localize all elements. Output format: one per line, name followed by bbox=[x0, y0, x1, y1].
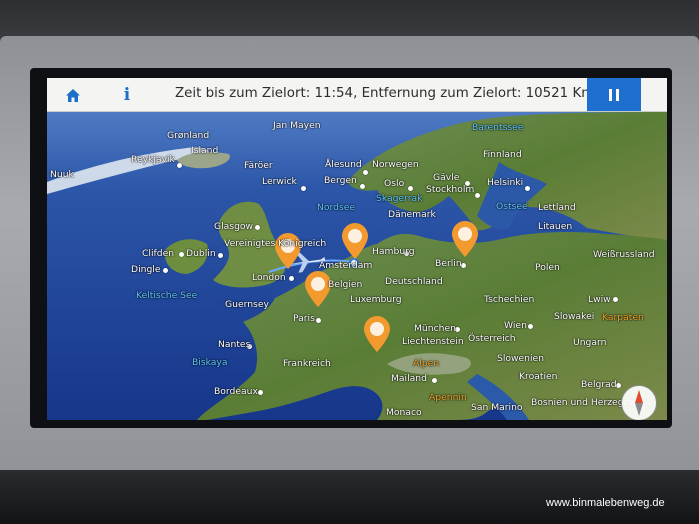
map-label: Oslo bbox=[384, 178, 405, 189]
city-dot bbox=[432, 378, 437, 383]
destination-pin-icon[interactable] bbox=[342, 223, 368, 259]
map-label: Grønland bbox=[167, 130, 210, 141]
city-dot bbox=[301, 186, 306, 191]
home-button[interactable] bbox=[61, 84, 85, 106]
city-dot bbox=[316, 318, 321, 323]
city-dot bbox=[255, 225, 260, 230]
city-dot bbox=[218, 253, 223, 258]
map-label: Clifden bbox=[142, 248, 175, 259]
map-label: Berlin bbox=[435, 258, 462, 269]
map-label: München bbox=[414, 323, 456, 334]
city-dot bbox=[179, 252, 184, 257]
map-label: Mailand bbox=[391, 373, 427, 384]
map-label: Belgrad bbox=[581, 379, 617, 390]
map-label: Wien bbox=[504, 320, 527, 331]
inflight-display: i Zeit bis zum Zielort: 11:54, Entfernun… bbox=[47, 78, 667, 420]
city-dot bbox=[289, 276, 294, 281]
map-label: Nordsee bbox=[317, 202, 356, 213]
map-label: Vereinigtes Königreich bbox=[224, 238, 327, 249]
map-label: Ålesund bbox=[325, 159, 362, 170]
map-label: Helsinki bbox=[487, 177, 524, 188]
map-label: Färöer bbox=[244, 160, 273, 171]
map-label: Monaco bbox=[386, 407, 422, 418]
map-label: Dingle bbox=[131, 264, 161, 275]
map-label: Nantes bbox=[218, 339, 251, 350]
map-label: Weißrussland bbox=[593, 249, 655, 260]
city-dot bbox=[525, 186, 530, 191]
map-label: Stockholm bbox=[426, 184, 475, 195]
map-label: Island bbox=[191, 145, 219, 156]
pause-button[interactable] bbox=[587, 78, 641, 111]
map-label: Hamburg bbox=[372, 246, 415, 257]
map-label: Skagerrak bbox=[376, 193, 423, 204]
map-label: Bordeaux bbox=[214, 386, 258, 397]
map-label: Ostsee bbox=[496, 201, 528, 212]
map-label: Frankreich bbox=[283, 358, 331, 369]
map-label: Bergen bbox=[324, 175, 357, 186]
map-label: Dublin bbox=[186, 248, 216, 259]
map-label: San Marino bbox=[471, 402, 523, 413]
city-dot bbox=[408, 186, 413, 191]
destination-pin-icon[interactable] bbox=[364, 316, 390, 352]
flight-map[interactable]: Grønland Jan Mayen Barentssee Island Rey… bbox=[47, 112, 667, 420]
map-label: Polen bbox=[535, 262, 560, 273]
map-label: Litauen bbox=[538, 221, 573, 232]
info-button[interactable]: i bbox=[115, 83, 139, 107]
map-label: Liechtenstein bbox=[402, 336, 464, 347]
map-label: Lettland bbox=[538, 202, 576, 213]
map-label: Karpaten bbox=[602, 312, 644, 323]
map-label: Apennin bbox=[429, 392, 467, 403]
map-label: Luxemburg bbox=[350, 294, 402, 305]
map-label: Biskaya bbox=[192, 357, 228, 368]
map-label: Lerwick bbox=[262, 176, 297, 187]
destination-pin-icon[interactable] bbox=[452, 221, 478, 257]
screen-bezel-top bbox=[0, 0, 699, 40]
map-label: Tschechien bbox=[484, 294, 535, 305]
city-dot bbox=[475, 193, 480, 198]
map-label: Dänemark bbox=[388, 209, 436, 220]
map-label: Guernsey bbox=[225, 299, 269, 310]
map-label: Reykjavik bbox=[131, 154, 175, 165]
pause-icon bbox=[607, 88, 621, 101]
map-label: London bbox=[252, 272, 286, 283]
map-label: Finnland bbox=[483, 149, 522, 160]
compass-icon bbox=[635, 390, 643, 416]
info-icon: i bbox=[123, 85, 131, 105]
map-label: Gävle bbox=[433, 172, 460, 183]
map-label: Keltische See bbox=[136, 290, 198, 301]
map-label: Lwiw bbox=[588, 294, 611, 305]
city-dot bbox=[177, 163, 182, 168]
map-label: Barentssee bbox=[472, 122, 524, 133]
map-label: Slowenien bbox=[497, 353, 545, 364]
city-dot bbox=[360, 184, 365, 189]
watermark: www.binmalebenweg.de bbox=[546, 497, 665, 509]
compass-button[interactable] bbox=[621, 385, 657, 420]
header-bar: i Zeit bis zum Zielort: 11:54, Entfernun… bbox=[47, 78, 667, 112]
map-label: Alpen bbox=[413, 358, 440, 369]
city-dot bbox=[163, 268, 168, 273]
map-label: Kroatien bbox=[519, 371, 558, 382]
map-label: Deutschland bbox=[385, 276, 443, 287]
city-dot bbox=[528, 324, 533, 329]
city-dot bbox=[258, 390, 263, 395]
map-label: Glasgow bbox=[214, 221, 254, 232]
map-label: Ungarn bbox=[573, 337, 607, 348]
map-label: Belgien bbox=[328, 279, 363, 290]
map-label: Österreich bbox=[468, 333, 516, 344]
home-icon bbox=[66, 88, 80, 102]
map-label: Paris bbox=[293, 313, 315, 324]
flight-status-text: Zeit bis zum Zielort: 11:54, Entfernung … bbox=[175, 86, 595, 101]
map-label: Slowakei bbox=[554, 311, 595, 322]
map-label: Norwegen bbox=[372, 159, 419, 170]
city-dot bbox=[363, 170, 368, 175]
city-dot bbox=[613, 297, 618, 302]
map-label: Jan Mayen bbox=[273, 120, 321, 131]
map-label: Nuuk bbox=[50, 169, 74, 180]
map-label: Amsterdam bbox=[319, 260, 373, 271]
